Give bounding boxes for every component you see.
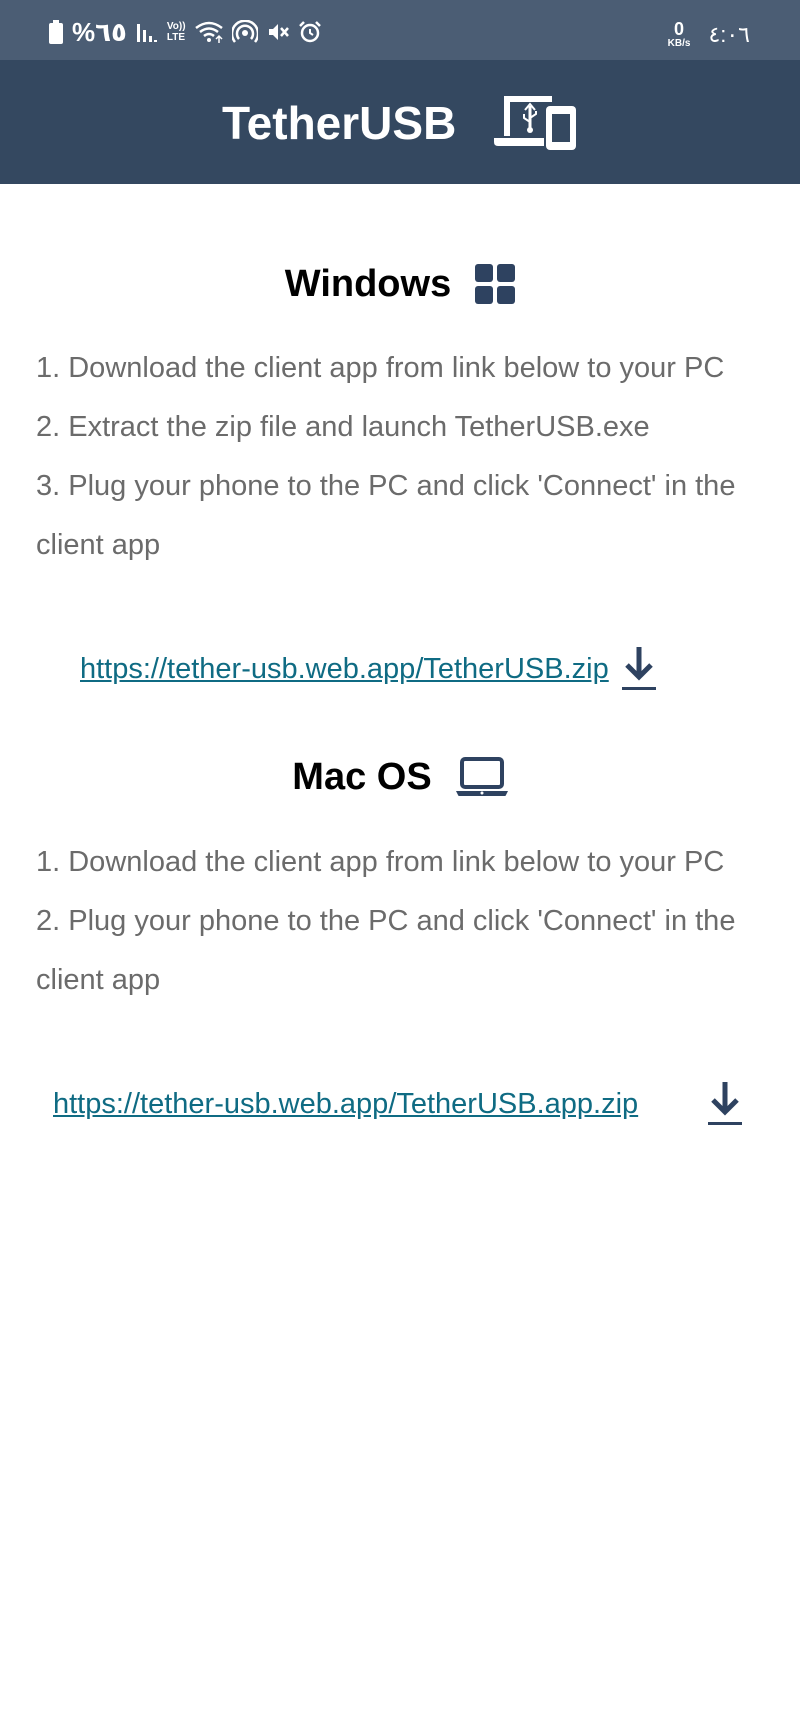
download-icon[interactable] — [707, 1080, 743, 1128]
laptop-phone-usb-icon — [494, 96, 576, 150]
windows-steps: 1. Download the client app from link bel… — [36, 339, 766, 575]
battery-percentage: %٦٥ — [72, 17, 127, 47]
windows-step-1: 1. Download the client app from link bel… — [36, 352, 725, 384]
status-bar: %٦٥ Vo)) LTE 0 KB/s ٤:٠٦ — [0, 0, 800, 60]
lte-label: LTE — [166, 32, 186, 43]
volte-indicator: Vo)) LTE — [167, 21, 186, 43]
status-clock: ٤:٠٦ — [708, 21, 750, 47]
windows-icon — [475, 264, 516, 304]
mac-step-2: 2. Plug your phone to the PC and click '… — [36, 905, 736, 996]
hotspot-icon — [231, 20, 258, 43]
status-left-group: %٦٥ Vo)) LTE — [48, 18, 322, 46]
mac-heading: Mac OS — [292, 756, 432, 798]
laptop-icon — [455, 757, 508, 796]
mac-section-header: Mac OS — [0, 755, 800, 799]
app-title: TetherUSB — [222, 97, 457, 149]
signal-bars-icon — [136, 24, 157, 42]
windows-step-3: 3. Plug your phone to the PC and click '… — [36, 470, 736, 561]
mute-icon — [268, 24, 289, 40]
windows-download-row: https://tether-usb.web.app/TetherUSB.zip — [80, 645, 657, 693]
mac-download-row: https://tether-usb.web.app/TetherUSB.app… — [53, 1080, 743, 1128]
windows-heading: Windows — [284, 263, 452, 305]
mac-download-link[interactable]: https://tether-usb.web.app/TetherUSB.app… — [53, 1083, 663, 1125]
volte-label: Vo)) — [166, 21, 186, 32]
network-speed-value: 0 — [674, 19, 685, 39]
status-right-group: 0 KB/s ٤:٠٦ — [668, 20, 750, 49]
windows-step-2: 2. Extract the zip file and launch Tethe… — [36, 411, 650, 443]
battery-icon — [49, 20, 63, 44]
mac-steps: 1. Download the client app from link bel… — [36, 833, 766, 1010]
network-speed: 0 KB/s — [668, 20, 691, 49]
windows-section-header: Windows — [0, 262, 800, 306]
mac-step-1: 1. Download the client app from link bel… — [36, 846, 725, 878]
windows-download-link[interactable]: https://tether-usb.web.app/TetherUSB.zip — [80, 648, 609, 690]
network-speed-unit: KB/s — [667, 38, 691, 49]
download-icon[interactable] — [621, 645, 657, 693]
wifi-icon — [194, 21, 223, 43]
alarm-icon — [298, 21, 321, 43]
app-header: TetherUSB — [0, 60, 800, 184]
